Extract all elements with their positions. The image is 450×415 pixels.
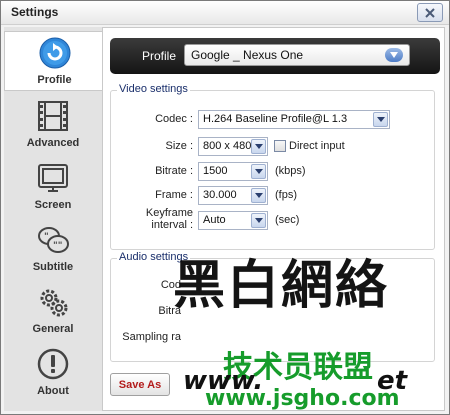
profile-select[interactable]: Google _ Nexus One — [184, 44, 410, 66]
codec-select[interactable]: H.264 Baseline Profile@L 1.3 — [198, 110, 390, 129]
watermark-url2: www.jsgho.com — [205, 386, 400, 411]
sidebar-item-label: About — [37, 385, 69, 397]
chevron-down-icon — [385, 48, 403, 62]
sidebar-item-general[interactable]: General — [4, 279, 102, 339]
chevron-down-icon — [373, 112, 388, 127]
audio-bitrate-label: Bitra — [158, 305, 181, 317]
profile-value: Google _ Nexus One — [191, 48, 304, 62]
speech-bubble-icon: " "" — [38, 227, 69, 253]
sidebar-item-about[interactable]: About — [4, 341, 102, 401]
film-strip-icon — [38, 101, 68, 131]
profile-refresh-icon — [39, 37, 70, 69]
exclamation-icon — [37, 348, 69, 380]
keyframe-select[interactable]: Auto — [198, 211, 268, 230]
save-as-button[interactable]: Save As — [110, 373, 170, 396]
sidebar-item-advanced[interactable]: Advanced — [4, 93, 102, 153]
gear-icon — [40, 289, 68, 317]
settings-window: Settings Profile Advanced Screen " "" Su… — [0, 0, 450, 415]
bitrate-label: Bitrate : — [155, 165, 193, 177]
svg-text:": " — [44, 232, 49, 242]
audio-codec-label: Cod — [160, 279, 181, 291]
size-value: 800 x 480 — [203, 140, 252, 152]
frame-label: Frame : — [155, 189, 193, 201]
frame-unit: (fps) — [275, 189, 297, 201]
profile-label: Profile — [142, 49, 177, 63]
size-select[interactable]: 800 x 480 — [198, 137, 268, 156]
svg-text:"": "" — [53, 241, 62, 251]
watermark-text: 黑白網絡 — [173, 256, 390, 316]
close-icon — [425, 7, 435, 18]
chevron-down-icon — [251, 139, 266, 154]
profile-bar: Profile Google _ Nexus One — [110, 38, 440, 74]
keyframe-label: Keyframe interval : — [111, 207, 193, 231]
video-settings-group: Video settings Codec : H.264 Baseline Pr… — [110, 83, 435, 250]
title-bar: Settings — [1, 1, 449, 25]
sidebar-item-label: Subtitle — [32, 261, 74, 273]
sidebar: Profile Advanced Screen " "" Subtitle Ge… — [4, 27, 104, 411]
codec-value: H.264 Baseline Profile@L 1.3 — [203, 113, 348, 125]
size-label: Size : — [165, 140, 193, 152]
sidebar-item-label: Profile — [37, 74, 72, 86]
bitrate-select[interactable]: 1500 — [198, 162, 268, 181]
chevron-down-icon — [251, 188, 266, 203]
sidebar-item-profile[interactable]: Profile — [4, 31, 104, 91]
sampling-rate-label: Sampling ra — [122, 331, 181, 343]
direct-input-checkbox[interactable] — [274, 140, 286, 152]
frame-select[interactable]: 30.000 — [198, 186, 268, 205]
settings-content: Profile Google _ Nexus One Video setting… — [102, 27, 445, 411]
codec-label: Codec : — [155, 113, 193, 125]
keyframe-label-line2: interval : — [151, 219, 193, 231]
sidebar-item-label: Advanced — [26, 137, 80, 149]
bitrate-unit: (kbps) — [275, 165, 306, 177]
keyframe-value: Auto — [203, 214, 226, 226]
sidebar-item-screen[interactable]: Screen — [4, 155, 102, 215]
keyframe-unit: (sec) — [275, 214, 300, 226]
keyframe-label-line1: Keyframe — [145, 207, 193, 219]
direct-input-label: Direct input — [289, 140, 345, 152]
bitrate-value: 1500 — [203, 165, 228, 177]
sidebar-item-subtitle[interactable]: " "" Subtitle — [4, 217, 102, 277]
window-title: Settings — [11, 5, 59, 19]
close-button[interactable] — [417, 3, 443, 22]
chevron-down-icon — [251, 164, 266, 179]
monitor-icon — [38, 164, 68, 192]
frame-value: 30.000 — [203, 189, 237, 201]
video-settings-title: Video settings — [117, 83, 190, 95]
sidebar-item-label: Screen — [34, 199, 72, 211]
sidebar-item-label: General — [32, 323, 74, 335]
chevron-down-icon — [251, 213, 266, 228]
